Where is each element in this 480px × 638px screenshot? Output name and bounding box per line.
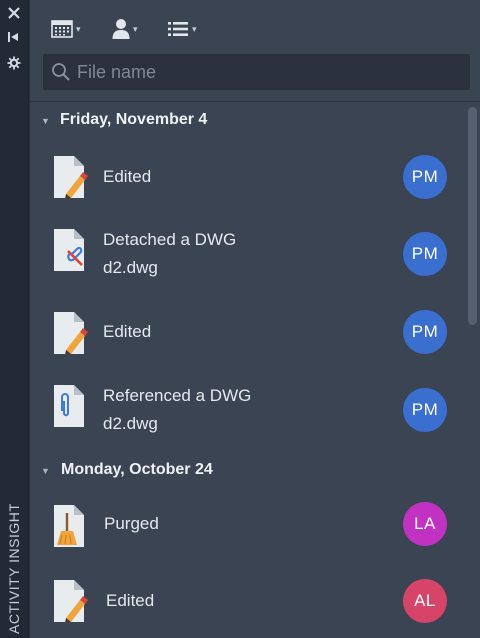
settings-icon[interactable] (4, 53, 24, 73)
activity-file-name: d2.dwg (103, 414, 158, 433)
edit-file-icon (54, 580, 88, 623)
activity-action: Purged (104, 514, 159, 533)
pin-icon[interactable] (4, 27, 24, 47)
activity-action: Referenced a DWG (103, 386, 252, 405)
activity-action: Edited (103, 167, 152, 186)
list-item[interactable]: Referenced a DWG d2.dwg PM (30, 372, 460, 450)
user-icon (112, 19, 130, 39)
palette-title-label: ACTIVITY INSIGHTS (6, 504, 22, 634)
palette-title-bar: ACTIVITY INSIGHTS (0, 0, 29, 638)
list-item[interactable]: Detached a DWG d2.dwg PM (30, 216, 460, 294)
date-filter-button[interactable]: ▾ (51, 14, 81, 44)
chevron-down-icon: ▾ (76, 24, 81, 34)
search-icon (43, 62, 71, 82)
toolbar: ▾ ▾ ▾ (30, 0, 480, 50)
chevron-down-icon: ▾ (133, 24, 138, 34)
avatar[interactable]: PM (403, 232, 447, 276)
list-icon (168, 22, 188, 36)
avatar[interactable]: PM (403, 155, 447, 199)
group-header[interactable]: ▼ Friday, November 4 (30, 102, 460, 138)
edit-file-icon (54, 156, 88, 199)
activity-file-name: d2.dwg (103, 258, 158, 277)
palette-title-label-wrap: ACTIVITY INSIGHTS (0, 504, 29, 634)
edit-file-icon (54, 312, 88, 355)
avatar[interactable]: LA (403, 502, 447, 546)
scrollbar[interactable] (463, 102, 480, 638)
search-box (43, 54, 470, 90)
avatar[interactable]: PM (403, 310, 447, 354)
detach-file-icon (54, 229, 84, 271)
scrollbar-thumb[interactable] (468, 107, 477, 325)
user-filter-button[interactable]: ▾ (112, 14, 138, 44)
activity-action: Detached a DWG (103, 230, 237, 249)
list-item[interactable]: Purged LA (30, 488, 460, 566)
activity-action: Edited (106, 591, 155, 610)
purge-file-icon (54, 505, 84, 547)
list-item[interactable]: Edited AL (30, 566, 460, 638)
activity-insights-palette: ▾ ▾ ▾ ▼ (30, 0, 480, 638)
list-item[interactable]: Edited PM (30, 138, 460, 216)
chevron-down-icon: ▾ (192, 24, 197, 34)
group-title: Friday, November 4 (60, 111, 208, 128)
collapse-arrow-icon[interactable]: ▼ (41, 116, 50, 126)
calendar-icon (51, 20, 73, 38)
view-options-button[interactable]: ▾ (167, 14, 197, 44)
search-input[interactable] (71, 54, 470, 90)
reference-file-icon (54, 385, 84, 427)
activity-action: Edited (103, 322, 152, 341)
list-item[interactable]: Edited PM (30, 294, 460, 372)
collapse-arrow-icon[interactable]: ▼ (41, 466, 50, 476)
avatar[interactable]: PM (403, 388, 447, 432)
activity-list: ▼ Friday, November 4 Edited PM Detached … (30, 102, 460, 638)
group-header[interactable]: ▼ Monday, October 24 (30, 452, 460, 488)
close-icon[interactable] (4, 3, 24, 23)
avatar[interactable]: AL (403, 579, 447, 623)
group-title: Monday, October 24 (61, 461, 213, 478)
